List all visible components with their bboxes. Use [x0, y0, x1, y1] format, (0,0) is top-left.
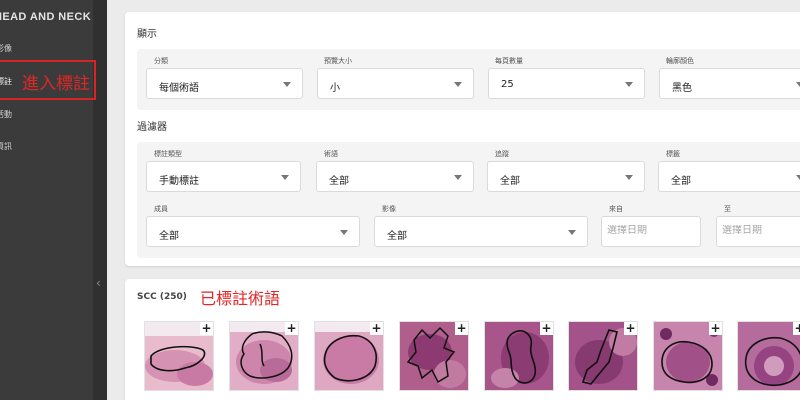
annotation-type-label: 標註類型	[154, 150, 182, 158]
add-icon[interactable]: +	[793, 322, 800, 335]
add-icon[interactable]: +	[709, 322, 722, 335]
chevron-down-icon	[454, 82, 462, 87]
add-icon[interactable]: +	[200, 322, 213, 335]
from-date-label: 來自	[609, 205, 623, 213]
image-filter-label: 影像	[382, 205, 396, 213]
preview-size-label: 預覽大小	[324, 57, 352, 65]
chevron-down-icon	[281, 175, 289, 180]
annotation-thumbnail[interactable]: +	[229, 321, 299, 391]
from-date-input[interactable]	[607, 225, 687, 236]
annotation-type-value: 手動標註	[159, 176, 199, 187]
per-page-label: 每頁數量	[495, 57, 523, 65]
add-icon[interactable]: +	[540, 322, 553, 335]
member-label: 成員	[154, 205, 168, 213]
add-icon[interactable]: +	[285, 322, 298, 335]
from-date-field[interactable]	[601, 216, 701, 247]
annotation-thumbnail[interactable]: +	[314, 321, 384, 391]
member-value: 全部	[159, 231, 179, 242]
category-select[interactable]: 每個術語	[146, 68, 303, 99]
per-page-select[interactable]: 25	[488, 68, 645, 99]
callout-label: 進入標註	[22, 74, 90, 94]
per-page-value: 25	[501, 79, 514, 90]
category-value: 每個術語	[159, 83, 199, 94]
annotation-thumbnail[interactable]: +	[144, 321, 214, 391]
filter-section-title: 過濾器	[137, 122, 167, 133]
sidebar-item-info[interactable]: 資訊	[0, 141, 12, 152]
to-date-input[interactable]	[722, 225, 800, 236]
display-group: 分類 每個術語 預覽大小 小 每頁數量 25 輪廓顏色 黑色	[137, 49, 800, 110]
sidebar-item-images[interactable]: 影像	[0, 43, 12, 54]
chevron-down-icon	[625, 175, 633, 180]
to-date-field[interactable]	[716, 216, 800, 247]
annotation-thumbnail[interactable]: +	[484, 321, 554, 391]
filter-group: 標註類型 手動標註 術語 全部 追蹤 全部 標籤 全部 成員 全部 影像 全部	[137, 142, 800, 258]
chevron-down-icon	[796, 175, 800, 180]
member-select[interactable]: 全部	[146, 216, 360, 247]
tag-label: 標籤	[666, 150, 680, 158]
term-select[interactable]: 全部	[316, 161, 474, 192]
tag-value: 全部	[671, 176, 691, 187]
track-select[interactable]: 全部	[487, 161, 645, 192]
chevron-down-icon	[340, 230, 348, 235]
category-label: 分類	[154, 57, 168, 65]
annotation-image	[738, 322, 800, 390]
annotated-terms-label: 已標註術語	[200, 289, 281, 308]
outline-color-value: 黑色	[672, 83, 692, 94]
annotation-thumbnail[interactable]: +	[568, 321, 638, 391]
annotation-thumbnail[interactable]: +	[399, 321, 469, 391]
image-filter-value: 全部	[387, 231, 407, 242]
track-label: 追蹤	[495, 150, 509, 158]
term-group-title: SCC (250)	[137, 292, 187, 302]
add-icon[interactable]: +	[624, 322, 637, 335]
to-date-label: 至	[724, 205, 731, 213]
chevron-left-icon: ‹	[96, 276, 101, 290]
project-title: HEAD AND NECK	[0, 11, 92, 23]
results-panel: SCC (250) 已標註術語 + + + + + + +	[125, 279, 800, 400]
outline-color-select[interactable]: 黑色	[659, 68, 800, 99]
image-filter-select[interactable]: 全部	[374, 216, 588, 247]
add-icon[interactable]: +	[455, 322, 468, 335]
add-icon[interactable]: +	[370, 322, 383, 335]
chevron-down-icon	[568, 230, 576, 235]
chevron-down-icon	[796, 82, 800, 87]
term-value: 全部	[329, 176, 349, 187]
chevron-down-icon	[625, 82, 633, 87]
term-label: 術語	[324, 150, 338, 158]
sidebar-item-activity[interactable]: 活動	[0, 109, 12, 120]
tag-select[interactable]: 全部	[658, 161, 800, 192]
chevron-down-icon	[283, 82, 291, 87]
settings-panel: 顯示 分類 每個術語 預覽大小 小 每頁數量 25 輪廓顏色 黑色 過濾器 標註…	[125, 12, 800, 266]
chevron-down-icon	[454, 175, 462, 180]
display-section-title: 顯示	[137, 29, 157, 40]
annotation-thumbnail[interactable]: +	[653, 321, 723, 391]
annotation-type-select[interactable]: 手動標註	[146, 161, 301, 192]
preview-size-select[interactable]: 小	[317, 68, 474, 99]
preview-size-value: 小	[330, 83, 340, 94]
outline-color-label: 輪廓顏色	[666, 57, 694, 65]
annotation-thumbnail[interactable]: +	[737, 321, 800, 391]
track-value: 全部	[500, 176, 520, 187]
